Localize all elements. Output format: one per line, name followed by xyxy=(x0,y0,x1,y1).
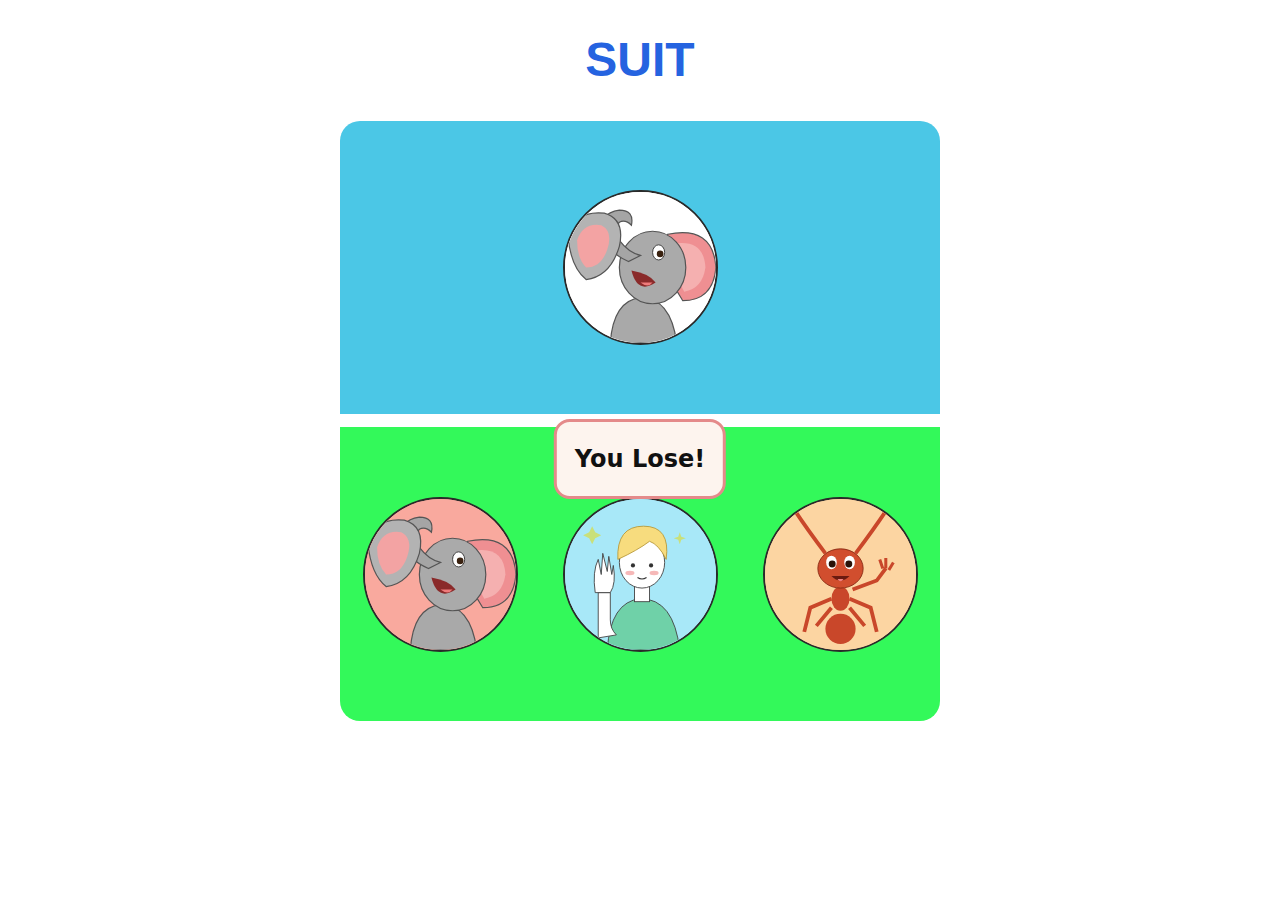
game-title: SUIT xyxy=(585,30,694,90)
elephant-icon xyxy=(365,499,516,650)
elephant-icon xyxy=(565,192,716,343)
choice-button[interactable] xyxy=(563,497,718,652)
choice-button[interactable] xyxy=(763,497,918,652)
computer-area xyxy=(340,121,940,414)
human-icon xyxy=(565,499,716,650)
choice-button[interactable] xyxy=(363,497,518,652)
result-badge: You Lose! xyxy=(554,419,726,499)
game-board: You Lose! xyxy=(340,121,940,721)
computer-choice xyxy=(563,190,718,345)
page: SUIT You Lose! xyxy=(0,0,1280,721)
ant-icon xyxy=(765,499,916,650)
